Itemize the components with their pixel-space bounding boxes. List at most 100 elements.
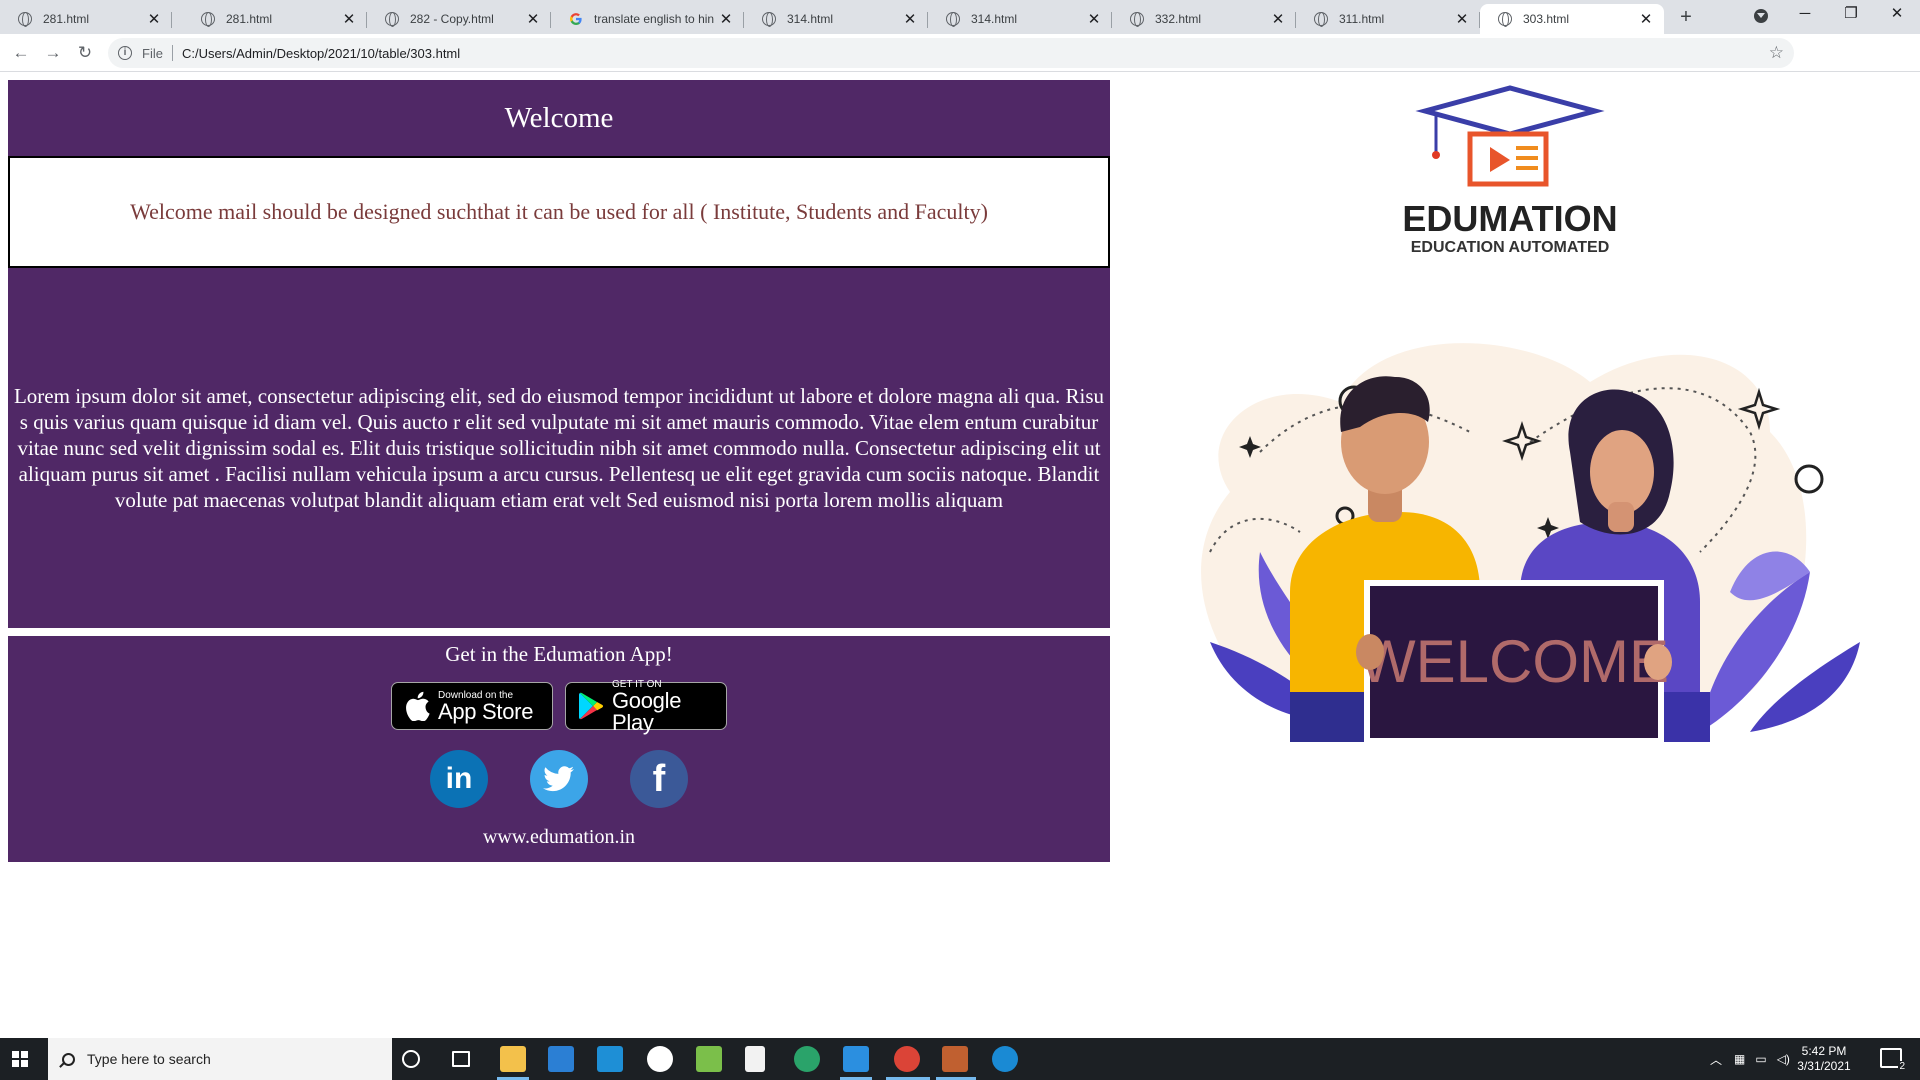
taskbar-search[interactable]: Type here to search [48,1038,392,1080]
page-viewport: Welcome Welcome mail should be designed … [0,72,1920,1038]
close-tab-icon[interactable]: ✕ [1270,10,1286,28]
word-app-icon[interactable] [647,1046,673,1072]
clock-date: 3/31/2021 [1797,1059,1851,1073]
tab-title: 282 - Copy.html [410,12,494,26]
clock[interactable]: 5:42 PM 3/31/2021 [1784,1044,1864,1074]
facebook-icon[interactable]: f [630,750,688,808]
body-text: Lorem ipsum dolor sit amet, consectetur … [8,268,1110,628]
social-links: in f [8,750,1110,808]
browser-tab[interactable]: 314.html ✕ [928,4,1112,34]
notepad-app-icon[interactable] [696,1046,722,1072]
new-tab-button[interactable]: + [1672,4,1700,32]
brand-name: EDUMATION [1402,198,1617,239]
system-tray: ︿ ▦ ▭ ◁) [1710,1038,1790,1080]
globe-icon [201,12,215,27]
store-badges: Download on the App Store GET IT ON Goog… [8,679,1110,733]
linkedin-icon[interactable]: in [430,750,488,808]
email-template: Welcome Welcome mail should be designed … [8,80,1110,862]
back-arrow-icon[interactable]: ← [6,38,36,68]
welcome-sign: WELCOME [1356,580,1672,744]
browser-tab[interactable]: translate english to hin ✕ [551,4,744,34]
google-play-button[interactable]: GET IT ON Google Play [565,679,727,733]
globe-icon [18,12,32,27]
tab-title: 314.html [971,12,1018,26]
edge-icon[interactable] [794,1046,820,1072]
notification-count: 2 [1898,1061,1906,1072]
browser-tab-active[interactable]: 303.html ✕ [1480,4,1664,34]
globe-icon [1130,12,1144,27]
apple-icon [406,691,430,721]
sign-text: WELCOME [1359,628,1669,695]
address-bar[interactable]: i File C:/Users/Admin/Desktop/2021/10/ta… [108,38,1794,68]
cortana-icon[interactable] [402,1050,420,1068]
close-tab-icon[interactable]: ✕ [1454,10,1470,28]
clock-time: 5:42 PM [1801,1044,1847,1058]
app-store-big-text: App Store [438,698,534,724]
url-text[interactable]: C:/Users/Admin/Desktop/2021/10/table/303… [182,46,460,61]
restore-icon[interactable]: ❐ [1828,0,1874,30]
close-tab-icon[interactable]: ✕ [341,10,357,28]
file-explorer-icon[interactable] [500,1046,526,1072]
skype-icon[interactable] [992,1046,1018,1072]
browser-tab[interactable]: 281.html ✕ [0,4,172,34]
store-icon[interactable] [548,1046,574,1072]
tab-strip: 281.html ✕ 281.html ✕ 282 - Copy.html ✕ … [0,0,1920,34]
website-link[interactable]: www.edumation.in [8,826,1110,849]
google-play-icon [579,692,604,720]
browser-tab[interactable]: 311.html ✕ [1296,4,1480,34]
tab-title: 311.html [1339,12,1385,26]
close-tab-icon[interactable]: ✕ [1086,10,1102,28]
tab-title: 281.html [226,12,273,26]
winrar-icon[interactable] [942,1046,968,1072]
minimize-icon[interactable]: ─ [1782,0,1828,30]
close-tab-icon[interactable]: ✕ [902,10,918,28]
antivirus-icon[interactable]: ▦ [1734,1052,1745,1066]
mail-icon[interactable] [597,1046,623,1072]
browser-tab[interactable]: 282 - Copy.html ✕ [367,4,551,34]
close-tab-icon[interactable]: ✕ [718,10,734,28]
vscode-icon[interactable] [843,1046,869,1072]
task-view-icon[interactable] [452,1051,470,1067]
windows-taskbar: Type here to search ︿ ▦ ▭ ◁) 5:42 PM 3/3… [0,1038,1920,1080]
reload-icon[interactable]: ↻ [70,38,100,68]
close-window-icon[interactable]: ✕ [1874,0,1920,30]
close-tab-icon[interactable]: ✕ [1638,10,1654,28]
close-tab-icon[interactable]: ✕ [146,10,162,28]
chrome-icon[interactable] [894,1046,920,1072]
info-icon[interactable]: i [118,46,132,60]
welcome-header: Welcome [8,80,1110,156]
tab-title: 332.html [1155,12,1202,26]
tab-title: translate english to hin [594,12,715,26]
branding-panel: EDUMATION EDUCATION AUTOMATED WELCOME [1110,72,1920,912]
google-icon [570,13,582,25]
globe-icon [1498,12,1512,27]
browser-tab[interactable]: 332.html ✕ [1112,4,1296,34]
notification-icon[interactable]: 2 [1880,1048,1906,1072]
google-play-big-text: Google Play [612,687,682,735]
network-icon[interactable]: ▭ [1755,1052,1766,1066]
browser-toolbar: ← → ↻ i File C:/Users/Admin/Desktop/2021… [0,34,1920,97]
search-icon [62,1052,75,1066]
forward-arrow-icon[interactable]: → [38,38,68,68]
globe-icon [762,12,776,27]
browser-tab[interactable]: 281.html ✕ [183,4,367,34]
globe-icon [946,12,960,27]
close-tab-icon[interactable]: ✕ [525,10,541,28]
tab-title: 303.html [1523,12,1570,26]
browser-tab[interactable]: 314.html ✕ [744,4,928,34]
bookmark-star-icon[interactable]: ☆ [1769,43,1784,63]
globe-icon [1314,12,1328,27]
file-icon[interactable] [745,1046,765,1072]
search-placeholder: Type here to search [87,1051,211,1067]
windows-start-icon[interactable] [12,1051,28,1067]
twitter-icon[interactable] [530,750,588,808]
chevron-up-icon[interactable]: ︿ [1710,1051,1722,1068]
edumation-logo-icon [1415,85,1605,187]
globe-icon [385,12,399,27]
app-store-button[interactable]: Download on the App Store [391,682,553,730]
brand-illustration: EDUMATION EDUCATION AUTOMATED WELCOME [1201,85,1860,744]
scheme-label: File [142,45,163,61]
tab-search-icon[interactable] [1754,9,1768,23]
brand-tagline: EDUCATION AUTOMATED [1411,239,1610,256]
notice-text: Welcome mail should be designed suchthat… [8,156,1110,268]
